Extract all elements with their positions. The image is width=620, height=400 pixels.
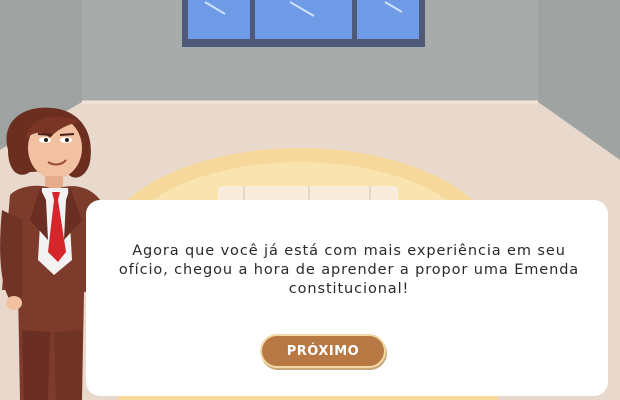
window (182, 0, 425, 47)
dialog-box: Agora que você já está com mais experiên… (86, 200, 608, 396)
next-button[interactable]: PRÓXIMO (260, 334, 386, 368)
dialog-text: Agora que você já está com mais experiên… (118, 243, 580, 297)
